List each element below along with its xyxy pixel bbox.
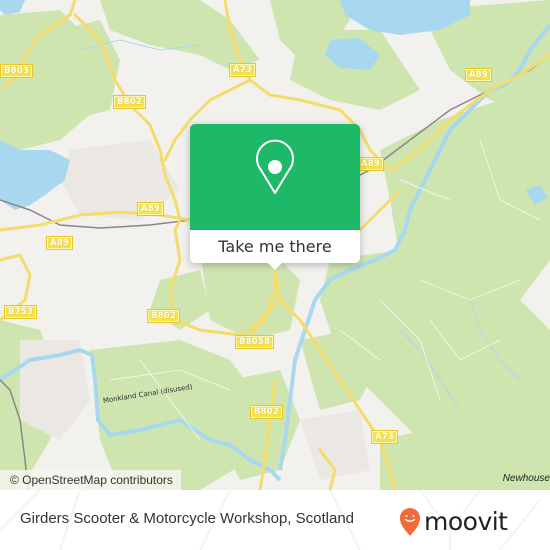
road-shield-a89: A89 — [46, 236, 74, 250]
destination-popup: Take me there — [190, 124, 360, 270]
road-shield-a89: A89 — [357, 157, 385, 171]
map-attribution[interactable]: © OpenStreetMap contributors — [0, 470, 181, 490]
road-shield-a89: A89 — [137, 202, 165, 216]
road-shield-a89: A89 — [465, 68, 493, 82]
map-view[interactable]: B803 A73 B802 A89 A89 A89 A89 B753 B802 … — [0, 0, 550, 490]
place-title: Girders Scooter & Motorcycle Workshop, S… — [20, 510, 355, 527]
moovit-wordmark: moovit — [424, 507, 508, 536]
road-shield-b8058: B8058 — [235, 335, 275, 349]
take-me-there-button[interactable]: Take me there — [190, 230, 360, 263]
location-pin-icon — [256, 139, 294, 194]
road-shield-b802: B802 — [250, 405, 284, 419]
moovit-logo[interactable]: moovit — [399, 504, 549, 544]
popup-pointer — [267, 262, 283, 270]
popup-header — [190, 124, 360, 230]
place-label: Newhouse — [502, 473, 550, 484]
road-shield-b803: B803 — [0, 64, 34, 78]
road-shield-a73: A73 — [229, 63, 257, 77]
moovit-smile-pin-icon — [400, 508, 420, 536]
road-shield-b753: B753 — [4, 305, 38, 319]
road-shield-a73: A73 — [371, 430, 399, 444]
road-shield-b802: B802 — [113, 95, 147, 109]
road-shield-b802: B802 — [147, 309, 181, 323]
